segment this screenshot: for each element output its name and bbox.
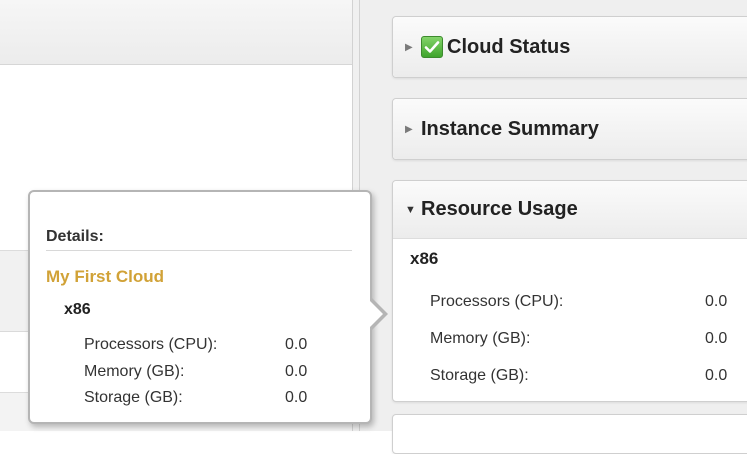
instance-summary-panel: ▶ Instance Summary <box>392 98 747 160</box>
sidebar: ▶ Cloud Status ▶ Instance Summary ▼ Reso… <box>360 0 747 454</box>
resource-usage-header[interactable]: ▼ Resource Usage <box>393 181 747 239</box>
popover-row-memory: Memory (GB): 0.0 <box>84 363 344 381</box>
resource-label: Processors (CPU): <box>84 336 218 353</box>
instance-summary-title: Instance Summary <box>421 117 599 140</box>
triangle-right-icon: ▶ <box>405 41 413 53</box>
resource-row-storage: Storage (GB): 0.0 <box>430 367 740 385</box>
resource-row-cpu: Processors (CPU): 0.0 <box>430 293 740 311</box>
popover-row-cpu: Processors (CPU): 0.0 <box>84 336 344 354</box>
resource-usage-title: Resource Usage <box>421 198 578 220</box>
resource-value: 0.0 <box>705 367 728 384</box>
details-popover: Details: My First Cloud x86 Processors (… <box>28 190 388 424</box>
instance-summary-header[interactable]: ▶ Instance Summary <box>393 99 747 159</box>
cloud-status-header[interactable]: ▶ Cloud Status <box>393 17 747 77</box>
popover-title: Details: <box>46 228 104 245</box>
green-check-icon <box>421 36 443 58</box>
cloud-name: My First Cloud <box>46 267 165 286</box>
popover-divider <box>46 250 352 251</box>
architecture-label: x86 <box>410 249 439 268</box>
popover-pointer-fill <box>369 300 383 328</box>
resource-value: 0.0 <box>285 336 308 353</box>
next-panel <box>392 414 747 454</box>
resource-label: Processors (CPU): <box>430 293 564 310</box>
resource-row-memory: Memory (GB): 0.0 <box>430 330 740 348</box>
resource-value: 0.0 <box>285 389 308 406</box>
resource-label: Memory (GB): <box>430 330 531 347</box>
resource-label: Memory (GB): <box>84 363 185 380</box>
resource-value: 0.0 <box>705 293 728 310</box>
resource-usage-panel: ▼ Resource Usage x86 Processors (CPU): 0… <box>392 180 747 402</box>
main-pane-header <box>0 0 352 65</box>
resource-value: 0.0 <box>705 330 728 347</box>
cloud-status-panel: ▶ Cloud Status <box>392 16 747 78</box>
resource-label: Storage (GB): <box>430 367 529 384</box>
triangle-down-icon: ▼ <box>405 203 416 216</box>
resource-label: Storage (GB): <box>84 389 183 406</box>
triangle-right-icon: ▶ <box>405 123 413 135</box>
architecture-label: x86 <box>64 301 91 318</box>
popover-row-storage: Storage (GB): 0.0 <box>84 389 344 407</box>
cloud-status-title: Cloud Status <box>447 35 571 58</box>
resource-value: 0.0 <box>285 363 308 380</box>
